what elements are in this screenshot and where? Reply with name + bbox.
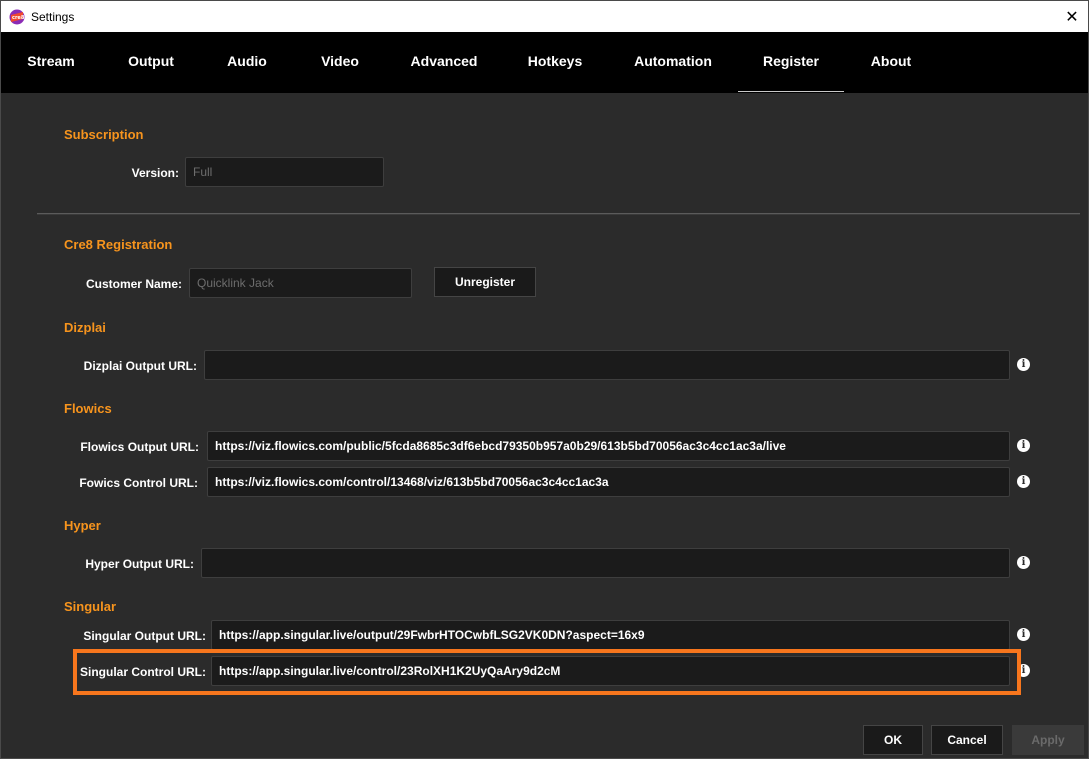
hyper-output-label: Hyper Output URL:: [85, 557, 194, 571]
dizplai-output-info-icon[interactable]: i: [1017, 358, 1030, 371]
section-divider: [37, 213, 1080, 215]
dizplai-output-label: Dizplai Output URL:: [83, 359, 197, 373]
flowics-output-label: Flowics Output URL:: [80, 440, 199, 454]
tab-output[interactable]: Output: [118, 32, 184, 92]
app-logo-icon: cre8: [9, 9, 25, 25]
flowics-output-url-input[interactable]: https://viz.flowics.com/public/5fcda8685…: [207, 431, 1010, 461]
tab-bar: Stream Output Audio Video Advanced Hotke…: [1, 32, 1088, 93]
tab-video[interactable]: Video: [313, 32, 367, 92]
version-field: Full: [185, 157, 384, 187]
flowics-output-info-icon[interactable]: i: [1017, 439, 1030, 452]
tab-about[interactable]: About: [863, 32, 919, 92]
tab-advanced[interactable]: Advanced: [406, 32, 482, 92]
flowics-control-url-input[interactable]: https://viz.flowics.com/control/13468/vi…: [207, 467, 1010, 497]
window-title: Settings: [31, 10, 75, 24]
svg-text:cre8: cre8: [12, 15, 25, 21]
flowics-heading: Flowics: [64, 401, 112, 416]
register-panel: Subscription Version: Full Cre8 Registra…: [1, 93, 1088, 758]
title-bar: cre8 Settings ✕: [1, 1, 1088, 32]
hyper-output-url-input[interactable]: [201, 548, 1010, 578]
customer-name-label: Customer Name:: [85, 277, 182, 291]
ok-button[interactable]: OK: [863, 725, 923, 755]
flowics-control-label: Fowics Control URL:: [79, 476, 198, 490]
dizplai-output-url-input[interactable]: [204, 350, 1010, 380]
hyper-heading: Hyper: [64, 518, 101, 533]
unregister-button[interactable]: Unregister: [434, 267, 536, 297]
apply-button[interactable]: Apply: [1012, 725, 1084, 755]
singular-heading: Singular: [64, 599, 117, 614]
version-label: Version:: [131, 166, 179, 180]
tab-register[interactable]: Register: [738, 32, 844, 92]
dizplai-heading: Dizplai: [64, 320, 106, 335]
close-icon: ✕: [1065, 8, 1079, 26]
tab-audio[interactable]: Audio: [219, 32, 275, 92]
cancel-button[interactable]: Cancel: [931, 725, 1003, 755]
hyper-output-info-icon[interactable]: i: [1017, 556, 1030, 569]
tab-stream[interactable]: Stream: [21, 32, 81, 92]
highlight-box: [73, 649, 1021, 695]
settings-window: cre8 Settings ✕ Stream Output Audio Vide…: [0, 0, 1089, 759]
close-button[interactable]: ✕: [1056, 1, 1088, 32]
singular-output-info-icon[interactable]: i: [1017, 628, 1030, 641]
singular-output-label: Singular Output URL:: [83, 629, 206, 643]
flowics-control-info-icon[interactable]: i: [1017, 475, 1030, 488]
tab-automation[interactable]: Automation: [627, 32, 719, 92]
cre8-registration-heading: Cre8 Registration: [64, 237, 173, 252]
tab-hotkeys[interactable]: Hotkeys: [522, 32, 588, 92]
subscription-heading: Subscription: [64, 127, 144, 142]
customer-name-field: Quicklink Jack: [189, 268, 412, 298]
singular-output-url-input[interactable]: https://app.singular.live/output/29FwbrH…: [211, 620, 1010, 650]
